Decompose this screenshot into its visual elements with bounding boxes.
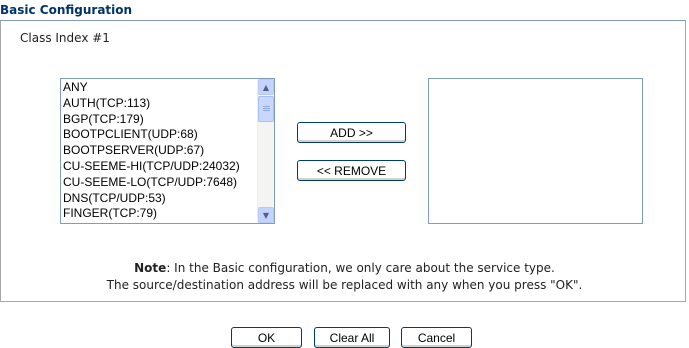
list-item[interactable]: BOOTPCLIENT(UDP:68) xyxy=(63,127,256,143)
service-type-list[interactable]: ANY AUTH(TCP:113) BGP(TCP:179) BOOTPCLIE… xyxy=(60,78,275,224)
page-title: Basic Configuration xyxy=(0,3,133,17)
class-index-label: Class Index #1 xyxy=(20,31,110,45)
ok-button[interactable]: OK xyxy=(231,327,302,348)
chevron-down-icon: ▼ xyxy=(262,210,270,220)
note-line-1-text: : In the Basic configuration, we only ca… xyxy=(166,261,555,275)
selected-services-list[interactable] xyxy=(428,78,643,224)
list-item[interactable]: FINGER(TCP:79) xyxy=(63,206,256,222)
cancel-button[interactable]: Cancel xyxy=(401,327,472,348)
scroll-up-button[interactable]: ▲ xyxy=(258,79,274,95)
add-button[interactable]: ADD >> xyxy=(297,122,406,143)
list-item[interactable]: AUTH(TCP:113) xyxy=(63,96,256,112)
scroll-down-button[interactable]: ▼ xyxy=(258,207,274,223)
list-scrollbar[interactable]: ▲ ▼ xyxy=(257,79,274,223)
chevron-up-icon: ▲ xyxy=(262,82,270,92)
service-list-items: ANY AUTH(TCP:113) BGP(TCP:179) BOOTPCLIE… xyxy=(63,80,256,222)
list-item[interactable]: ANY xyxy=(63,80,256,96)
remove-button[interactable]: << REMOVE xyxy=(297,160,406,181)
list-item[interactable]: CU-SEEME-HI(TCP/UDP:24032) xyxy=(63,159,256,175)
scroll-thumb[interactable] xyxy=(258,96,274,122)
note-text: Note: In the Basic configuration, we onl… xyxy=(0,260,689,294)
note-line-1: Note: In the Basic configuration, we onl… xyxy=(0,260,689,277)
note-line-2: The source/destination address will be r… xyxy=(106,278,583,292)
list-item[interactable]: BOOTPSERVER(UDP:67) xyxy=(63,143,256,159)
list-item[interactable]: CU-SEEME-LO(TCP/UDP:7648) xyxy=(63,175,256,191)
clear-all-button[interactable]: Clear All xyxy=(314,327,390,348)
grip-icon xyxy=(263,106,270,107)
list-item[interactable]: BGP(TCP:179) xyxy=(63,112,256,128)
list-item[interactable]: DNS(TCP/UDP:53) xyxy=(63,191,256,207)
note-label: Note xyxy=(134,261,167,275)
